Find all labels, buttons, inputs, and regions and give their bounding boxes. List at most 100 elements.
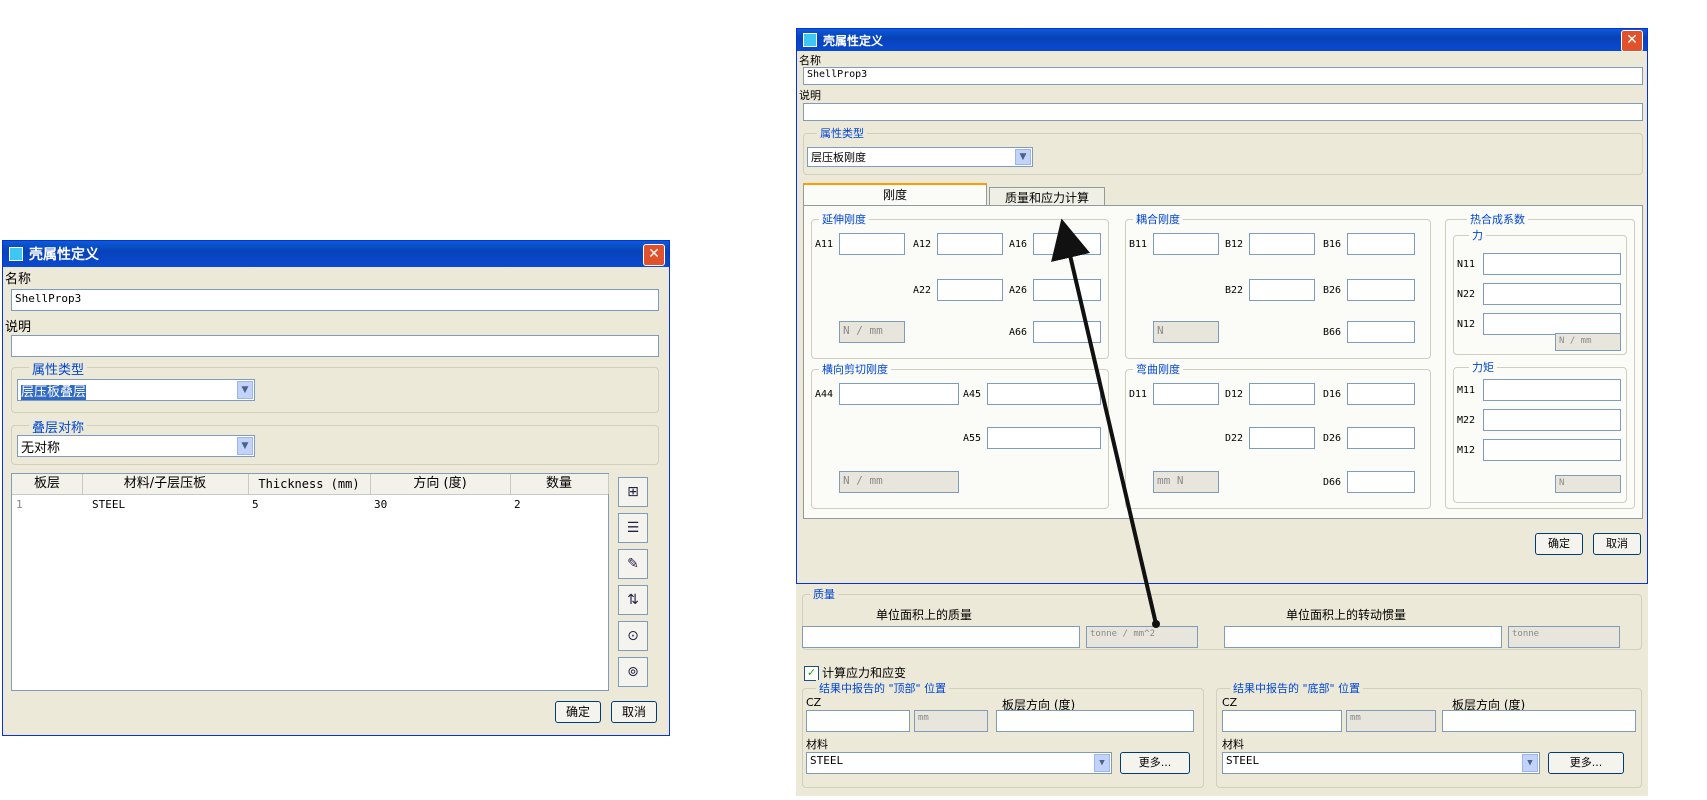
inertia-per-area-input[interactable] <box>1224 626 1502 648</box>
chevron-down-icon[interactable]: ▼ <box>237 437 253 455</box>
a11-input[interactable] <box>839 233 905 255</box>
tab-mass-stress[interactable]: 质量和应力计算 <box>989 187 1105 207</box>
extension-stiffness-label: 延伸刚度 <box>819 211 869 227</box>
bottom-material-select[interactable]: STEEL ▼ <box>1222 752 1540 774</box>
insert-row-icon[interactable]: ⊞ <box>618 477 648 507</box>
m22-label: M22 <box>1457 415 1476 426</box>
a16-input[interactable] <box>1033 233 1101 255</box>
cancel-button[interactable]: 取消 <box>611 701 657 723</box>
bottom-location-label: 结果中报告的 "底部" 位置 <box>1230 680 1364 696</box>
d26-label: D26 <box>1323 433 1342 444</box>
b11-input[interactable] <box>1153 233 1219 255</box>
delete-row-icon[interactable]: ☰ <box>618 513 648 543</box>
tab-stiffness[interactable]: 刚度 <box>803 183 987 205</box>
top-material-value: STEEL <box>810 754 844 767</box>
n22-input[interactable] <box>1483 283 1621 305</box>
bottom-ply-dir-input[interactable] <box>1442 710 1636 732</box>
table-cell[interactable]: 1 <box>16 498 23 511</box>
edit-row-icon[interactable]: ✎ <box>618 549 648 579</box>
b66-input[interactable] <box>1347 321 1415 343</box>
top-ply-dir-input[interactable] <box>996 710 1194 732</box>
table-cell[interactable]: STEEL <box>92 498 125 511</box>
d12-input[interactable] <box>1249 383 1315 405</box>
a16-label: A16 <box>1009 239 1028 250</box>
top-more-button[interactable]: 更多... <box>1120 752 1190 774</box>
cancel-button[interactable]: 取消 <box>1593 533 1641 555</box>
a55-label: A55 <box>963 433 982 444</box>
table-cell[interactable]: 2 <box>514 498 521 511</box>
a12-input[interactable] <box>937 233 1003 255</box>
mass-stress-panel: 质量 单位面积上的质量 tonne / mm^2 单位面积上的转动惯量 tonn… <box>796 584 1648 796</box>
a55-input[interactable] <box>987 427 1101 449</box>
layup-symmetry-select[interactable]: 无对称 ▼ <box>17 435 255 457</box>
top-cz-input[interactable] <box>806 710 910 732</box>
close-icon[interactable]: ✕ <box>1621 30 1643 52</box>
a22-input[interactable] <box>937 279 1003 301</box>
top-location-label: 结果中报告的 "顶部" 位置 <box>816 680 950 696</box>
d12-label: D12 <box>1225 389 1244 400</box>
m22-input[interactable] <box>1483 409 1621 431</box>
b26-input[interactable] <box>1347 279 1415 301</box>
d11-input[interactable] <box>1153 383 1219 405</box>
description-input[interactable] <box>803 103 1643 121</box>
a44-input[interactable] <box>839 383 959 405</box>
chevron-down-icon[interactable]: ▼ <box>1015 149 1031 165</box>
b22-input[interactable] <box>1249 279 1315 301</box>
table-cell[interactable]: 30 <box>374 498 387 511</box>
a-unit-field: N / mm <box>839 321 905 343</box>
bottom-more-button[interactable]: 更多... <box>1548 752 1624 774</box>
n-unit-field: N / mm <box>1555 333 1621 351</box>
b16-input[interactable] <box>1347 233 1415 255</box>
d22-input[interactable] <box>1249 427 1315 449</box>
n12-input[interactable] <box>1483 313 1621 335</box>
property-type-label: 属性类型 <box>29 359 88 378</box>
column-header[interactable]: 方向 (度) <box>370 474 511 494</box>
n11-input[interactable] <box>1483 253 1621 275</box>
top-material-select[interactable]: STEEL ▼ <box>806 752 1112 774</box>
name-input[interactable]: ShellProp3 <box>11 289 659 311</box>
top-cz-unit: mm <box>914 710 988 732</box>
as-unit-field: N / mm <box>839 471 959 493</box>
ok-button[interactable]: 确定 <box>1535 533 1583 555</box>
a26-input[interactable] <box>1033 279 1101 301</box>
chevron-down-icon[interactable]: ▼ <box>237 381 253 399</box>
property-type-label: 属性类型 <box>817 125 867 141</box>
chevron-down-icon[interactable]: ▼ <box>1094 754 1110 772</box>
calc-stress-checkbox[interactable]: ✓ <box>804 666 819 681</box>
layup-symmetry-label: 叠层对称 <box>29 417 88 436</box>
a45-input[interactable] <box>987 383 1101 405</box>
m11-label: M11 <box>1457 385 1476 396</box>
d66-label: D66 <box>1323 477 1342 488</box>
name-input[interactable]: ShellProp3 <box>803 67 1643 85</box>
column-header[interactable]: Thickness (mm) <box>248 474 371 494</box>
a66-label: A66 <box>1009 327 1028 338</box>
mass-label: 质量 <box>810 586 838 602</box>
column-header[interactable]: 数量 <box>510 474 609 494</box>
coupling-stiffness-label: 耦合刚度 <box>1133 211 1183 227</box>
b12-input[interactable] <box>1249 233 1315 255</box>
ok-button[interactable]: 确定 <box>555 701 601 723</box>
reorder-rows-icon[interactable]: ⇅ <box>618 585 648 615</box>
d66-input[interactable] <box>1347 471 1415 493</box>
column-header[interactable]: 板层 <box>12 474 83 494</box>
close-icon[interactable]: ✕ <box>643 244 665 266</box>
bottom-cz-input[interactable] <box>1222 710 1342 732</box>
mass-per-area-input[interactable] <box>802 626 1080 648</box>
d22-label: D22 <box>1225 433 1244 444</box>
table-cell[interactable]: 5 <box>252 498 259 511</box>
m12-input[interactable] <box>1483 439 1621 461</box>
m11-input[interactable] <box>1483 379 1621 401</box>
property-type-select[interactable]: 层压板刚度 ▼ <box>807 147 1033 167</box>
chevron-down-icon[interactable]: ▼ <box>1522 754 1538 772</box>
b26-label: B26 <box>1323 285 1342 296</box>
view-layup-icon[interactable]: ⊙ <box>618 621 648 651</box>
d16-input[interactable] <box>1347 383 1415 405</box>
a44-label: A44 <box>815 389 834 400</box>
property-type-select[interactable]: 层压板叠层 ▼ <box>17 379 255 401</box>
d26-input[interactable] <box>1347 427 1415 449</box>
column-header[interactable]: 材料/子层压板 <box>82 474 249 494</box>
name-label: 名称 <box>5 272 32 287</box>
laminate-view-icon[interactable]: ⊚ <box>618 657 648 687</box>
description-input[interactable] <box>11 335 659 357</box>
a66-input[interactable] <box>1033 321 1101 343</box>
